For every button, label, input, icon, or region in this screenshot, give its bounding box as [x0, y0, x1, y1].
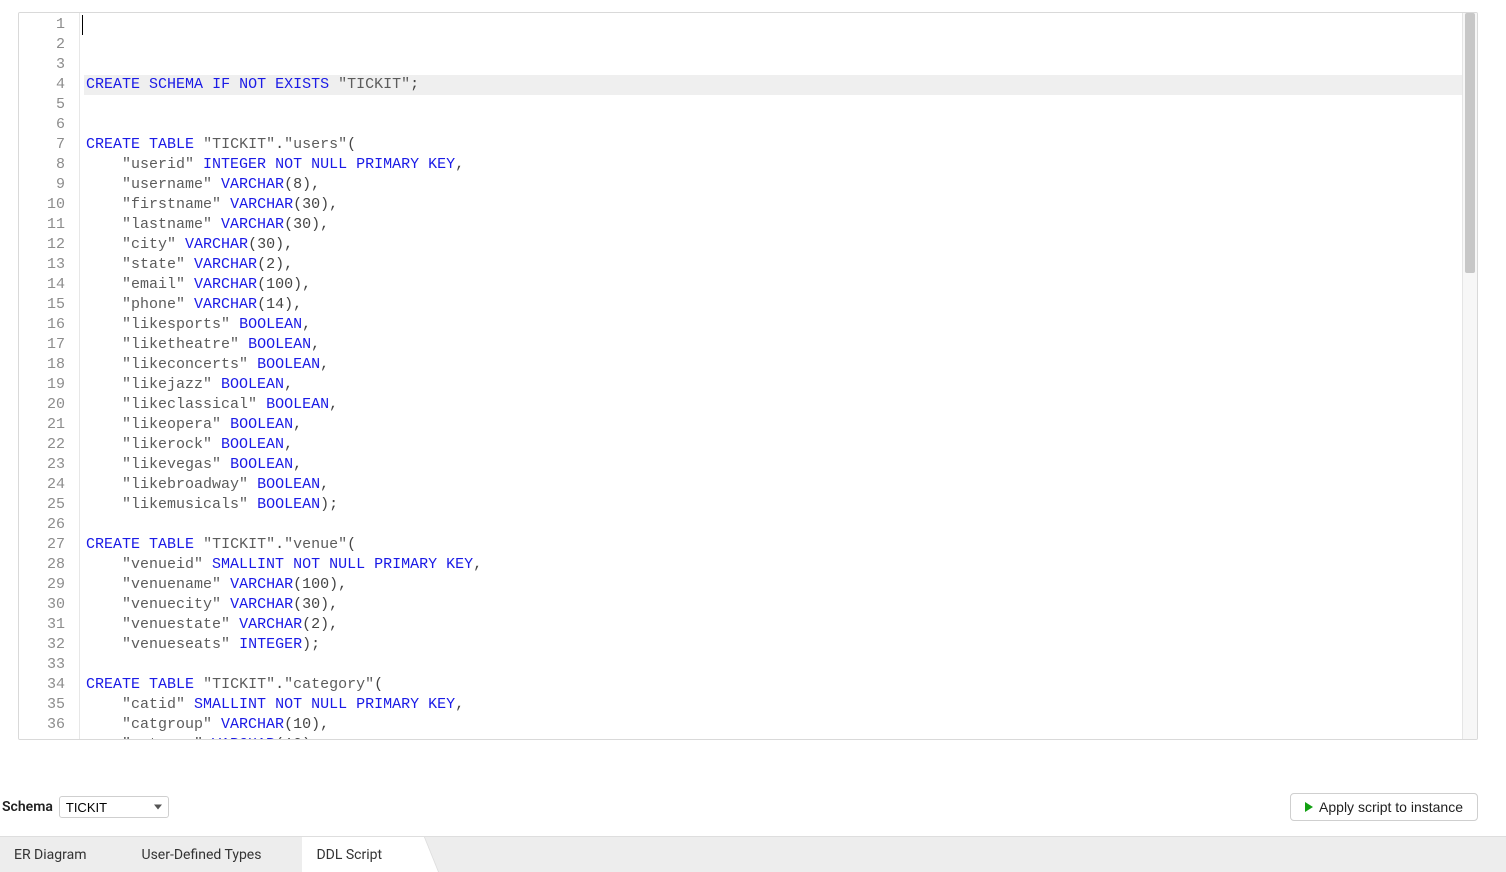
line-number: 18 — [19, 355, 79, 375]
schema-select-wrap: TICKIT — [59, 796, 169, 818]
code-line[interactable]: "phone" VARCHAR(14), — [84, 295, 1477, 315]
code-line[interactable]: "liketheatre" BOOLEAN, — [84, 335, 1477, 355]
line-number: 14 — [19, 275, 79, 295]
line-number-gutter: 1234567891011121314151617181920212223242… — [19, 13, 80, 739]
line-number: 4 — [19, 75, 79, 95]
line-number: 3 — [19, 55, 79, 75]
line-number: 16 — [19, 315, 79, 335]
code-line[interactable]: "username" VARCHAR(8), — [84, 175, 1477, 195]
line-number: 5 — [19, 95, 79, 115]
schema-group: Schema TICKIT — [2, 796, 169, 818]
line-number: 30 — [19, 595, 79, 615]
apply-script-label: Apply script to instance — [1319, 799, 1463, 815]
line-number: 22 — [19, 435, 79, 455]
code-line[interactable]: CREATE TABLE "TICKIT"."category"( — [84, 675, 1477, 695]
line-number: 24 — [19, 475, 79, 495]
bottom-bar: Schema TICKIT Apply script to instance — [2, 790, 1478, 824]
line-number: 31 — [19, 615, 79, 635]
line-number: 19 — [19, 375, 79, 395]
line-number: 26 — [19, 515, 79, 535]
code-line[interactable]: "venuename" VARCHAR(100), — [84, 575, 1477, 595]
code-line[interactable]: "email" VARCHAR(100), — [84, 275, 1477, 295]
tab-ddl-script[interactable]: DDL Script — [302, 837, 423, 872]
line-number: 32 — [19, 635, 79, 655]
code-line[interactable] — [84, 115, 1477, 135]
tab-er-diagram[interactable]: ER Diagram — [0, 837, 128, 872]
code-line[interactable] — [84, 515, 1477, 535]
code-line[interactable]: "likeclassical" BOOLEAN, — [84, 395, 1477, 415]
code-line[interactable]: "userid" INTEGER NOT NULL PRIMARY KEY, — [84, 155, 1477, 175]
code-line[interactable]: "catid" SMALLINT NOT NULL PRIMARY KEY, — [84, 695, 1477, 715]
tab-label: DDL Script — [316, 847, 382, 863]
line-number: 6 — [19, 115, 79, 135]
schema-select[interactable]: TICKIT — [59, 796, 169, 818]
line-number: 17 — [19, 335, 79, 355]
line-number: 11 — [19, 215, 79, 235]
code-line[interactable] — [84, 655, 1477, 675]
line-number: 34 — [19, 675, 79, 695]
text-cursor — [82, 15, 83, 35]
line-number: 20 — [19, 395, 79, 415]
code-area[interactable]: CREATE SCHEMA IF NOT EXISTS "TICKIT"; CR… — [80, 13, 1477, 739]
code-line[interactable]: "city" VARCHAR(30), — [84, 235, 1477, 255]
line-number: 13 — [19, 255, 79, 275]
code-line[interactable]: "likevegas" BOOLEAN, — [84, 455, 1477, 475]
play-icon — [1305, 802, 1313, 812]
code-line[interactable]: "venuecity" VARCHAR(30), — [84, 595, 1477, 615]
editor-scroll: 1234567891011121314151617181920212223242… — [19, 13, 1477, 739]
line-number: 8 — [19, 155, 79, 175]
line-number: 28 — [19, 555, 79, 575]
line-number: 7 — [19, 135, 79, 155]
code-line[interactable]: "likemusicals" BOOLEAN); — [84, 495, 1477, 515]
tab-label: User-Defined Types — [142, 847, 262, 863]
tab-user-defined-types[interactable]: User-Defined Types — [128, 837, 303, 872]
tab-label: ER Diagram — [14, 847, 87, 863]
code-line[interactable]: "catgroup" VARCHAR(10), — [84, 715, 1477, 735]
line-number: 33 — [19, 655, 79, 675]
apply-script-button[interactable]: Apply script to instance — [1290, 793, 1478, 821]
code-line[interactable]: "catname" VARCHAR(10), — [84, 735, 1477, 739]
code-line[interactable]: "state" VARCHAR(2), — [84, 255, 1477, 275]
code-line[interactable]: CREATE SCHEMA IF NOT EXISTS "TICKIT"; — [84, 75, 1477, 95]
scrollbar-thumb[interactable] — [1465, 13, 1475, 273]
code-line[interactable]: "venueid" SMALLINT NOT NULL PRIMARY KEY, — [84, 555, 1477, 575]
code-line[interactable] — [84, 95, 1477, 115]
line-number: 2 — [19, 35, 79, 55]
code-line[interactable]: "likesports" BOOLEAN, — [84, 315, 1477, 335]
line-number: 21 — [19, 415, 79, 435]
line-number: 35 — [19, 695, 79, 715]
schema-label: Schema — [2, 799, 53, 815]
line-number: 15 — [19, 295, 79, 315]
code-line[interactable]: "venueseats" INTEGER); — [84, 635, 1477, 655]
line-number: 10 — [19, 195, 79, 215]
line-number: 1 — [19, 15, 79, 35]
line-number: 25 — [19, 495, 79, 515]
sql-editor[interactable]: 1234567891011121314151617181920212223242… — [19, 13, 1477, 739]
line-number: 36 — [19, 715, 79, 735]
footer-tabs: ER Diagram User-Defined Types DDL Script — [0, 836, 1506, 872]
code-line[interactable]: "likeconcerts" BOOLEAN, — [84, 355, 1477, 375]
code-line[interactable]: CREATE TABLE "TICKIT"."venue"( — [84, 535, 1477, 555]
code-line[interactable]: "likeopera" BOOLEAN, — [84, 415, 1477, 435]
line-number: 27 — [19, 535, 79, 555]
code-line[interactable]: "likerock" BOOLEAN, — [84, 435, 1477, 455]
code-line[interactable]: CREATE TABLE "TICKIT"."users"( — [84, 135, 1477, 155]
code-line[interactable]: "likebroadway" BOOLEAN, — [84, 475, 1477, 495]
code-line[interactable]: "venuestate" VARCHAR(2), — [84, 615, 1477, 635]
vertical-scrollbar[interactable] — [1462, 13, 1477, 739]
code-line[interactable]: "likejazz" BOOLEAN, — [84, 375, 1477, 395]
line-number: 12 — [19, 235, 79, 255]
line-number: 9 — [19, 175, 79, 195]
line-number: 23 — [19, 455, 79, 475]
code-line[interactable]: "firstname" VARCHAR(30), — [84, 195, 1477, 215]
line-number: 29 — [19, 575, 79, 595]
code-line[interactable]: "lastname" VARCHAR(30), — [84, 215, 1477, 235]
editor-panel: 1234567891011121314151617181920212223242… — [18, 12, 1478, 740]
